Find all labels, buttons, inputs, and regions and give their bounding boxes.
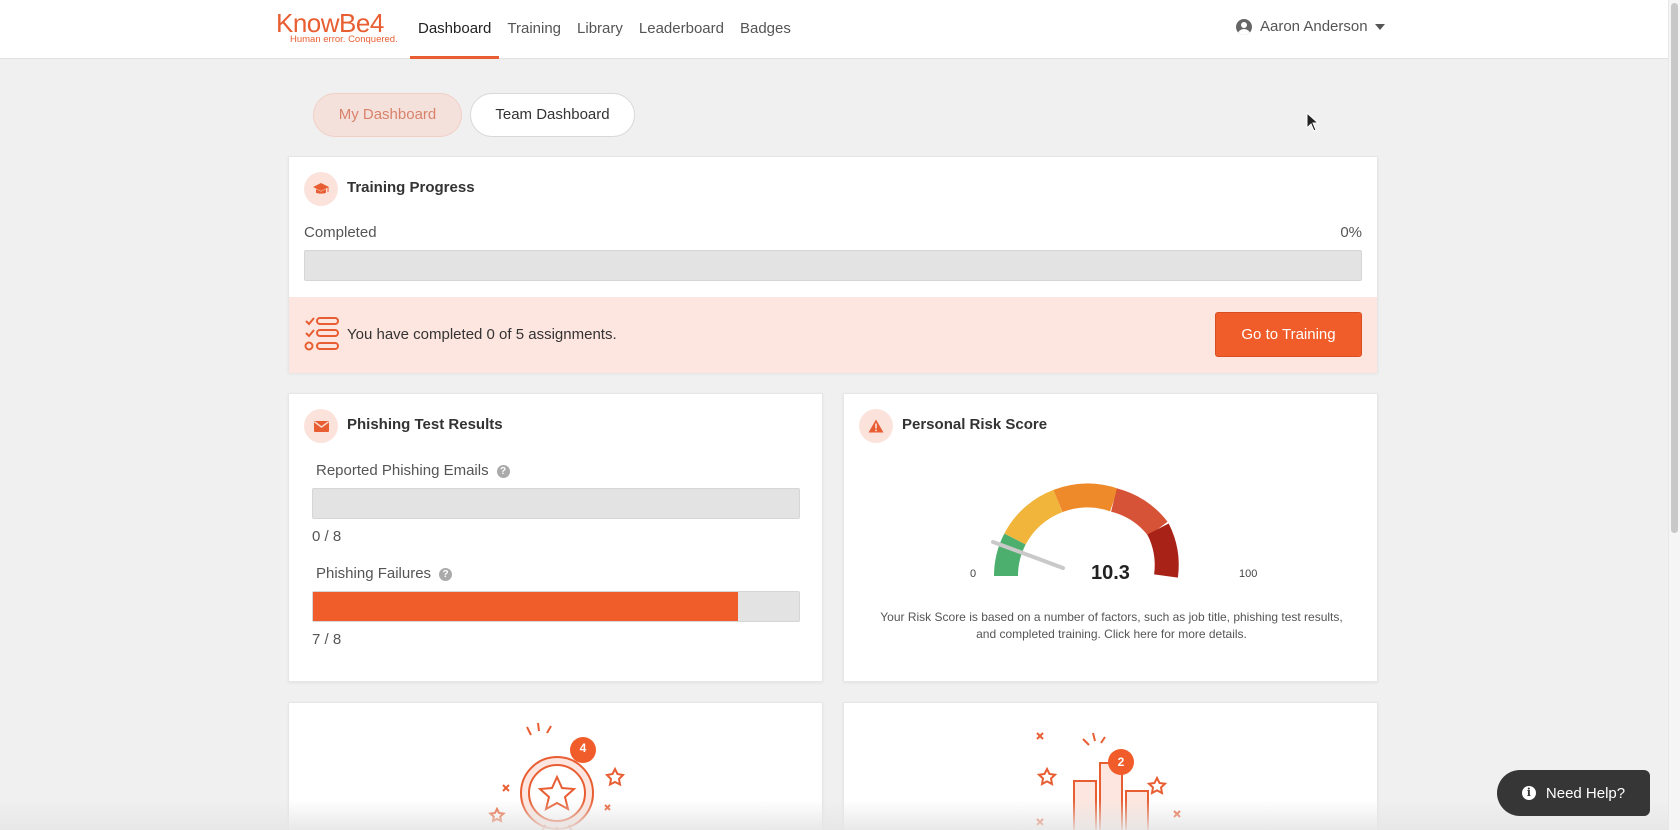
user-circle-icon <box>1236 18 1252 35</box>
training-progress-bar <box>304 250 1362 281</box>
risk-score-title: Personal Risk Score <box>902 416 1048 433</box>
mouse-cursor-icon <box>1306 112 1320 132</box>
my-dashboard-button[interactable]: My Dashboard <box>313 93 462 137</box>
info-icon: i <box>1521 786 1536 800</box>
knowbe4-logo[interactable]: KnowBe4 Human error. Conquered. <box>276 8 398 50</box>
warning-triangle-icon <box>859 409 893 443</box>
badges-card[interactable]: 4 <box>288 702 823 830</box>
leaderboard-card[interactable]: 2 <box>843 702 1378 830</box>
envelope-icon <box>304 409 338 443</box>
question-icon[interactable]: ? <box>439 568 453 581</box>
assignments-banner: You have completed 0 of 5 assignments. G… <box>289 297 1377 373</box>
training-progress-card: Training Progress Completed 0% You have … <box>288 156 1378 373</box>
page-scrollbar[interactable] <box>1668 0 1680 830</box>
nav-item-training[interactable]: Training <box>499 0 569 59</box>
phishing-failures-bar <box>312 591 800 622</box>
user-menu[interactable]: Aaron Anderson <box>1236 18 1385 35</box>
risk-max-label: 100 <box>1239 568 1258 580</box>
team-dashboard-button[interactable]: Team Dashboard <box>470 93 635 137</box>
reported-phishing-bar <box>312 488 800 519</box>
risk-score-value: 10.3 <box>1091 562 1130 584</box>
badges-count: 4 <box>579 741 587 755</box>
leaderboard-count: 2 <box>1117 755 1125 769</box>
logo-tagline: Human error. Conquered. <box>290 34 398 45</box>
logo-wordmark: KnowBe4 <box>276 8 384 38</box>
reported-phishing-label: Reported Phishing Emails <box>316 462 489 479</box>
graduation-cap-icon <box>304 172 338 206</box>
scrollbar-thumb[interactable] <box>1671 3 1678 533</box>
top-navbar: KnowBe4 Human error. Conquered. Dashboar… <box>0 0 1668 59</box>
phishing-failures-count: 7 / 8 <box>312 631 342 648</box>
risk-min-label: 0 <box>970 568 977 580</box>
main-nav: Dashboard Training Library Leaderboard B… <box>410 0 799 59</box>
nav-item-library[interactable]: Library <box>569 0 631 59</box>
question-icon[interactable]: ? <box>496 465 510 478</box>
bottom-fade <box>0 800 1668 830</box>
completed-label: Completed <box>304 224 377 241</box>
phishing-failures-fill <box>313 592 739 621</box>
award-ribbon-icon <box>488 722 626 830</box>
reported-phishing-count: 0 / 8 <box>312 528 342 545</box>
reported-label-row: Reported Phishing Emails? <box>316 462 510 479</box>
risk-description[interactable]: Your Risk Score is based on a number of … <box>869 609 1354 643</box>
go-to-training-button[interactable]: Go to Training <box>1215 312 1362 357</box>
podium-bars-icon <box>1036 732 1181 830</box>
nav-item-leaderboard[interactable]: Leaderboard <box>631 0 732 59</box>
risk-score-card[interactable]: Personal Risk Score 0 10.3 100 Your Risk… <box>843 393 1378 682</box>
checklist-icon <box>304 317 339 351</box>
completed-percent: 0% <box>1340 224 1362 241</box>
phishing-results-title: Phishing Test Results <box>347 416 503 433</box>
phishing-failures-label: Phishing Failures <box>316 565 432 582</box>
assignments-text: You have completed 0 of 5 assignments. <box>347 326 617 343</box>
nav-item-badges[interactable]: Badges <box>732 0 799 59</box>
need-help-button[interactable]: i Need Help? <box>1497 770 1650 816</box>
nav-item-dashboard[interactable]: Dashboard <box>410 0 500 59</box>
training-progress-title: Training Progress <box>347 179 475 196</box>
failures-label-row: Phishing Failures? <box>316 565 453 582</box>
chevron-down-icon <box>1374 23 1385 30</box>
need-help-label: Need Help? <box>1545 784 1626 802</box>
phishing-results-card: Phishing Test Results Reported Phishing … <box>288 393 823 682</box>
user-name: Aaron Anderson <box>1260 18 1368 35</box>
